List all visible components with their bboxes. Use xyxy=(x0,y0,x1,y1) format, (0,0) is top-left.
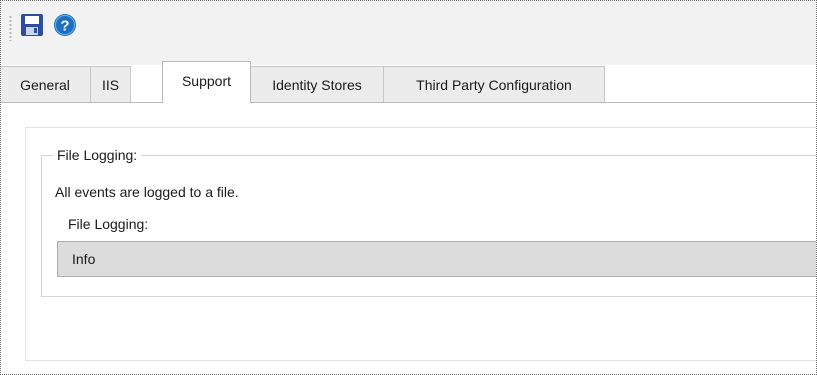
tab-general[interactable]: General xyxy=(1,66,91,102)
tab-identity-stores[interactable]: Identity Stores xyxy=(250,66,384,102)
window-frame: ? General IIS Support Identity Stores Th… xyxy=(0,0,817,375)
save-icon xyxy=(21,14,43,36)
tab-iis[interactable]: IIS xyxy=(90,66,131,102)
toolbar: ? xyxy=(1,1,816,65)
help-icon: ? xyxy=(54,14,76,36)
save-button[interactable] xyxy=(20,13,44,37)
file-logging-group-title: File Logging: xyxy=(53,146,142,164)
file-logging-field-label: File Logging: xyxy=(68,216,149,232)
help-button[interactable]: ? xyxy=(53,13,77,37)
file-logging-select[interactable]: Info xyxy=(57,241,816,277)
svg-text:?: ? xyxy=(60,18,69,35)
toolbar-grip[interactable] xyxy=(9,15,12,41)
file-logging-description: All events are logged to a file. xyxy=(55,184,239,200)
tab-support[interactable]: Support xyxy=(162,61,251,103)
tab-third-party-configuration[interactable]: Third Party Configuration xyxy=(383,66,605,102)
